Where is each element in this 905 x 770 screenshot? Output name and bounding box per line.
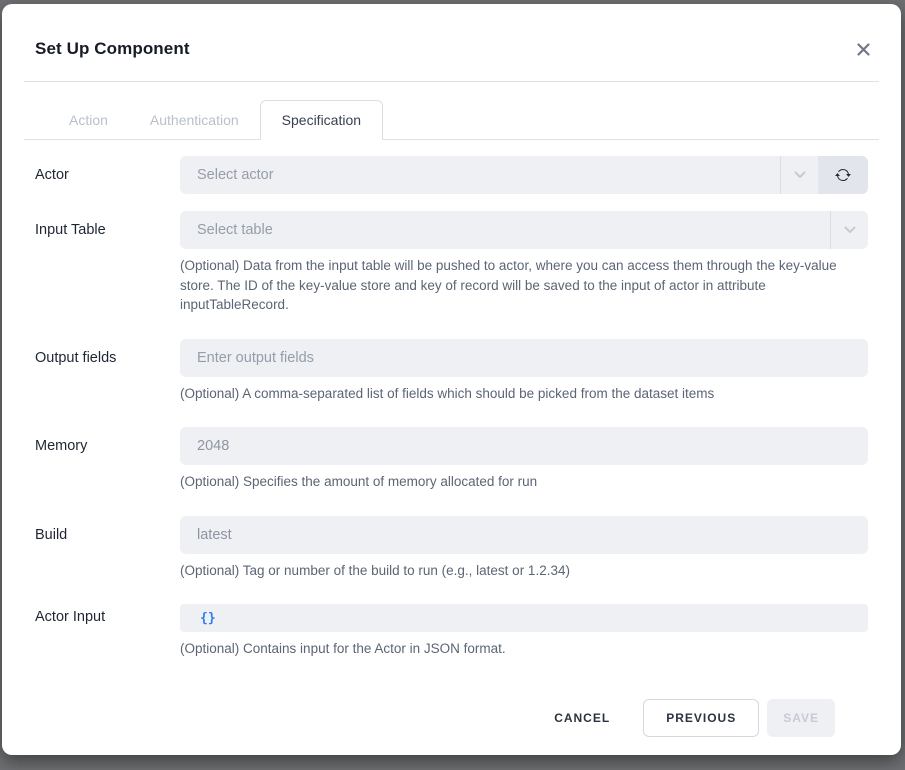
tab-action[interactable]: Action (48, 101, 129, 139)
input-table-label: Input Table (35, 211, 180, 315)
previous-button[interactable]: PREVIOUS (643, 699, 759, 737)
specification-form: Actor Select actor (2, 140, 901, 737)
output-fields-input[interactable] (180, 339, 868, 377)
header-divider (24, 81, 879, 82)
modal-header: Set Up Component (2, 4, 901, 81)
save-button[interactable]: SAVE (767, 699, 835, 737)
tab-authentication[interactable]: Authentication (129, 101, 260, 139)
build-input[interactable] (180, 516, 868, 554)
input-table-select[interactable]: Select table (180, 211, 868, 249)
tab-specification[interactable]: Specification (260, 100, 383, 140)
setup-component-modal: Set Up Component Action Authentication S… (2, 4, 901, 755)
close-button[interactable] (851, 37, 875, 61)
field-group-input-table: Input Table Select table (Optional) Data… (35, 211, 868, 315)
output-fields-label: Output fields (35, 339, 180, 404)
memory-input[interactable] (180, 427, 868, 465)
refresh-icon (835, 167, 851, 183)
tab-bar: Action Authentication Specification (24, 100, 879, 140)
input-table-select-placeholder: Select table (197, 222, 273, 238)
actor-select-placeholder: Select actor (197, 167, 274, 183)
field-group-actor-input: Actor Input {} (Optional) Contains input… (35, 604, 868, 659)
input-table-help-text: (Optional) Data from the input table wil… (180, 256, 868, 315)
actor-input-json-editor[interactable]: {} (180, 604, 868, 632)
actor-input-label: Actor Input (35, 604, 180, 659)
field-group-build: Build (Optional) Tag or number of the bu… (35, 516, 868, 581)
build-label: Build (35, 516, 180, 581)
actor-select[interactable]: Select actor (180, 156, 818, 194)
field-group-actor: Actor Select actor (35, 156, 868, 194)
actor-label: Actor (35, 156, 180, 194)
chevron-down-icon[interactable] (830, 211, 868, 249)
field-group-memory: Memory (Optional) Specifies the amount o… (35, 427, 868, 492)
memory-help-text: (Optional) Specifies the amount of memor… (180, 472, 868, 492)
modal-title: Set Up Component (35, 39, 190, 59)
actor-input-help-text: (Optional) Contains input for the Actor … (180, 639, 868, 659)
chevron-down-icon[interactable] (780, 156, 818, 194)
modal-footer: CANCEL PREVIOUS SAVE (35, 683, 868, 737)
memory-label: Memory (35, 427, 180, 492)
close-icon (856, 42, 871, 57)
refresh-actors-button[interactable] (818, 156, 868, 194)
actor-input-json-value: {} (200, 611, 216, 626)
cancel-button[interactable]: CANCEL (532, 700, 632, 736)
build-help-text: (Optional) Tag or number of the build to… (180, 561, 868, 581)
output-fields-help-text: (Optional) A comma-separated list of fie… (180, 384, 868, 404)
field-group-output-fields: Output fields (Optional) A comma-separat… (35, 339, 868, 404)
